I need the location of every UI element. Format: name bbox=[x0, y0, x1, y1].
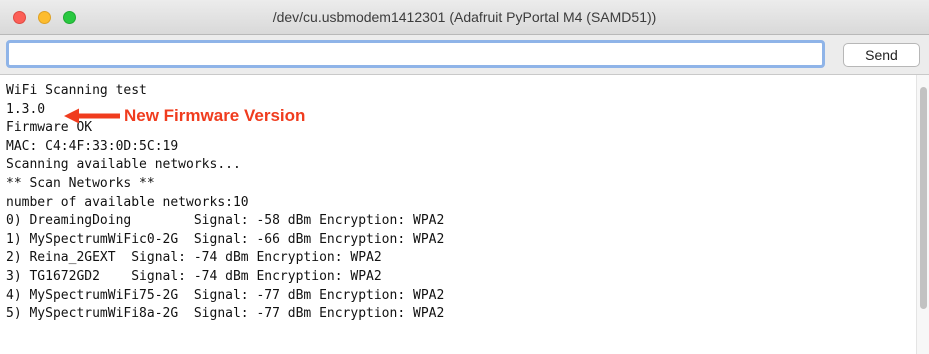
firmware-annotation: New Firmware Version bbox=[64, 106, 306, 125]
input-bar: Send bbox=[0, 35, 929, 75]
output-line: WiFi Scanning test bbox=[6, 83, 147, 98]
serial-output[interactable]: WiFi Scanning test 1.3.0 Firmware OK MAC… bbox=[0, 75, 916, 354]
vertical-scrollbar[interactable] bbox=[916, 75, 929, 354]
title-bar[interactable]: /dev/cu.usbmodem1412301 (Adafruit PyPort… bbox=[0, 0, 929, 35]
annotation-text: New Firmware Version bbox=[124, 106, 306, 125]
output-line: 3) TG1672GD2 Signal: -74 dBm Encryption:… bbox=[6, 268, 382, 284]
output-line: 5) MySpectrumWiFi8a-2G Signal: -77 dBm E… bbox=[6, 306, 445, 322]
output-line: MAC: C4:4F:33:0D:5C:19 bbox=[6, 138, 179, 154]
left-arrow-icon bbox=[64, 108, 120, 124]
serial-input[interactable] bbox=[6, 40, 825, 68]
output-line: 0) DreamingDoing Signal: -58 dBm Encrypt… bbox=[6, 213, 445, 229]
serial-monitor-window: /dev/cu.usbmodem1412301 (Adafruit PyPort… bbox=[0, 0, 929, 354]
output-line: Scanning available networks... bbox=[6, 157, 241, 173]
output-line: number of available networks:10 bbox=[6, 194, 249, 210]
output-line: ** Scan Networks ** bbox=[6, 175, 155, 191]
scrollbar-thumb[interactable] bbox=[920, 87, 927, 309]
window-title: /dev/cu.usbmodem1412301 (Adafruit PyPort… bbox=[272, 9, 657, 25]
output-line: 1) MySpectrumWiFic0-2G Signal: -66 dBm E… bbox=[6, 231, 445, 247]
output-line: 2) Reina_2GEXT Signal: -74 dBm Encryptio… bbox=[6, 250, 382, 266]
send-button[interactable]: Send bbox=[843, 43, 920, 67]
output-line: 4) MySpectrumWiFi75-2G Signal: -77 dBm E… bbox=[6, 287, 445, 303]
